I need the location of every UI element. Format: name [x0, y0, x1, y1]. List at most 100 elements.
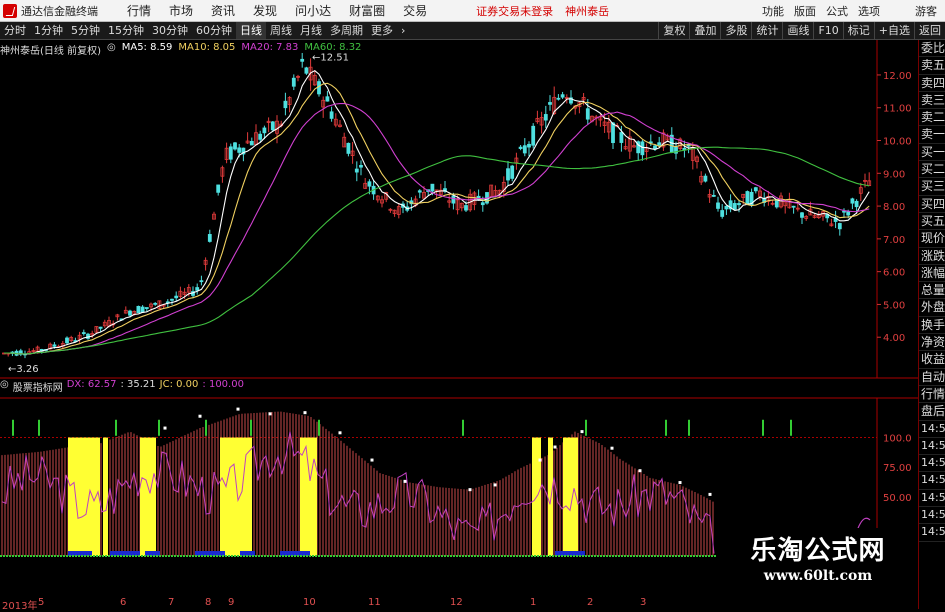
side-panel-item: 14:50	[919, 421, 945, 438]
menu-formula[interactable]: 公式	[826, 3, 848, 19]
candle-body	[153, 302, 158, 305]
ma60-line	[4, 146, 870, 355]
candle-body	[346, 142, 351, 154]
login-status[interactable]: 证券交易未登录	[476, 3, 553, 19]
candle-body	[753, 187, 758, 192]
x-axis-label: 2013年	[2, 601, 38, 612]
side-panel-item: 卖四	[919, 75, 945, 92]
indicator-dot	[268, 412, 272, 416]
tab-daily[interactable]: 日线	[236, 22, 266, 39]
indicator-jc: JC: 0.00	[159, 379, 199, 390]
side-panel-item: 总量	[919, 282, 945, 300]
tab-5min[interactable]: 5分钟	[67, 22, 104, 39]
tab-15min[interactable]: 15分钟	[104, 22, 148, 39]
app-title: 通达信金融终端	[21, 4, 98, 18]
signal-green-tick	[665, 419, 667, 436]
price-tick-label: 9.00	[883, 169, 905, 180]
candle-body	[842, 210, 846, 213]
candle-body	[745, 191, 750, 205]
indicator-dot	[610, 446, 614, 450]
tab-intraday[interactable]: 分时	[0, 22, 30, 39]
signal-green-tick	[158, 419, 160, 436]
side-panel-item: 卖一	[919, 126, 945, 144]
side-panel-item: 净资	[919, 334, 945, 352]
candle-body	[329, 111, 334, 119]
f10-button[interactable]: F10	[813, 22, 842, 39]
multi-stock-button[interactable]: 多股	[720, 22, 751, 39]
indicator-dot	[538, 458, 542, 462]
adjust-button[interactable]: 复权	[658, 22, 689, 39]
watermark-url: www.60lt.com	[763, 568, 873, 584]
candle-body	[249, 141, 254, 146]
candle-body	[216, 184, 221, 193]
indicator-legend: ◎ 股票指标网 DX: 62.57 : 35.21 JC: 0.00 : 100…	[0, 379, 248, 394]
tab-weekly[interactable]: 周线	[266, 22, 296, 39]
overlay-button[interactable]: 叠加	[689, 22, 720, 39]
menu-wealth[interactable]: 财富圈	[349, 2, 385, 19]
side-panel-item: 14:50	[919, 455, 945, 473]
side-panel-item: 自动	[919, 369, 945, 386]
x-axis: 2013年 5 6 7 8 9 10 11 12 1 2 3	[0, 597, 918, 612]
indicator-settings-icon[interactable]: ◎	[0, 379, 9, 392]
tab-more[interactable]: 更多	[367, 22, 397, 39]
indicator-dot	[403, 479, 407, 483]
signal-green-tick	[762, 419, 764, 436]
indicator-dot	[553, 445, 557, 449]
menu-market[interactable]: 市场	[169, 2, 193, 19]
add-watchlist-button[interactable]: +自选	[873, 22, 914, 39]
tab-monthly[interactable]: 月线	[296, 22, 326, 39]
candle-body	[531, 125, 536, 146]
more-chevron-icon[interactable]: ›	[397, 22, 409, 39]
tab-60min[interactable]: 60分钟	[192, 22, 236, 39]
draw-button[interactable]: 画线	[782, 22, 813, 39]
signal-green-tick	[462, 419, 464, 436]
x-axis-label: 7	[168, 597, 175, 608]
tab-multi-period[interactable]: 多周期	[326, 22, 367, 39]
price-tick-label: 4.00	[883, 333, 905, 344]
settings-icon[interactable]: ◎	[107, 42, 116, 55]
side-panel-item: 现价	[919, 230, 945, 248]
guest-user[interactable]: 游客	[915, 3, 937, 19]
candle-body	[585, 108, 590, 120]
side-panel-item: 卖二	[919, 109, 945, 127]
stats-button[interactable]: 统计	[751, 22, 782, 39]
menu-functions[interactable]: 功能	[762, 3, 784, 19]
back-button[interactable]: 返回	[914, 22, 945, 39]
menu-news[interactable]: 资讯	[211, 2, 235, 19]
menu-quotes[interactable]: 行情	[127, 2, 151, 19]
mark-button[interactable]: 标记	[842, 22, 874, 39]
candle-body	[510, 165, 515, 179]
x-axis-label: 6	[120, 597, 127, 608]
candle-body	[703, 175, 708, 182]
candle-body	[354, 168, 359, 173]
menu-layout[interactable]: 版面	[794, 3, 816, 19]
side-panel-item: 14:50	[919, 490, 945, 508]
candle-body	[732, 203, 737, 210]
side-panel-item: 涨跌	[919, 248, 945, 265]
candle-body	[611, 122, 615, 144]
candle-body	[850, 198, 855, 204]
x-axis-label: 11	[368, 597, 381, 608]
menu-ask[interactable]: 问小达	[295, 2, 331, 19]
period-toolbar: 分时 1分钟 5分钟 15分钟 30分钟 60分钟 日线 周线 月线 多周期 更…	[0, 22, 945, 40]
indicator-dot	[708, 492, 712, 496]
side-panel-item: 14:50	[919, 507, 945, 525]
menu-discover[interactable]: 发现	[253, 2, 277, 19]
signal-yellow-block	[220, 437, 252, 556]
tab-1min[interactable]: 1分钟	[30, 22, 67, 39]
candle-body	[657, 142, 662, 146]
candle-body	[65, 337, 69, 344]
signal-green-tick	[115, 419, 117, 436]
menubar: 通达信金融终端 行情 市场 资讯 发现 问小达 财富圈 交易 证券交易未登录 神…	[0, 0, 945, 22]
candle-body	[464, 205, 468, 211]
price-tick-label: 6.00	[883, 268, 905, 279]
candle-body	[724, 205, 729, 210]
tab-30min[interactable]: 30分钟	[148, 22, 192, 39]
price-tick-label: 5.00	[883, 300, 905, 311]
x-axis-label: 12	[450, 597, 463, 608]
watermark-title: 乐淘公式网	[750, 536, 886, 566]
x-axis-label: 5	[38, 597, 45, 608]
menu-trade[interactable]: 交易	[403, 2, 427, 19]
menu-options[interactable]: 选项	[858, 3, 880, 19]
kline-chart-area[interactable]: 12.00 11.00 10.00 9.00 8.00 7.00 6.00 5.00 4.00 ←…	[0, 40, 918, 598]
